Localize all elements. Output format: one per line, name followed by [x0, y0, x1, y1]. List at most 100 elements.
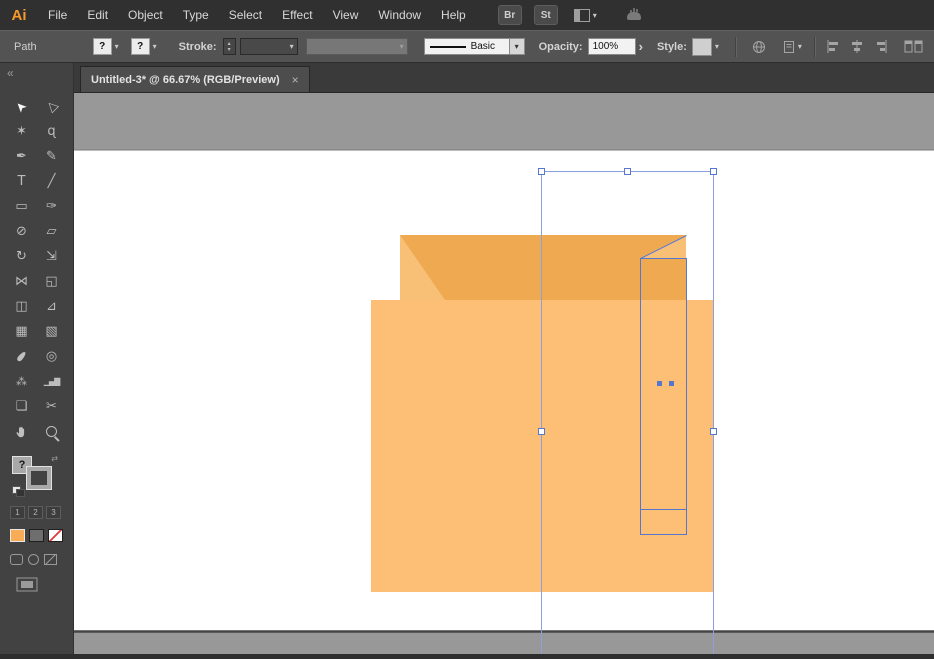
separator — [814, 37, 816, 57]
draw-inside-button[interactable]: 3 — [46, 506, 61, 519]
default-stroke-mini[interactable] — [16, 489, 25, 497]
handle-middle-right[interactable] — [711, 429, 717, 435]
shape-mode-icon[interactable] — [10, 554, 23, 565]
column-graph-tool[interactable]: ▁▄▇ — [38, 370, 66, 393]
handle-top-center[interactable] — [625, 169, 631, 175]
stepper-down-icon: ▾ — [228, 47, 231, 53]
selection-tool-icon: ➤ — [12, 97, 30, 115]
shape-builder-tool[interactable]: ◫ — [8, 295, 36, 318]
canvas-area[interactable] — [74, 93, 934, 654]
gradient-tool[interactable]: ▧ — [38, 320, 66, 343]
selection-tool[interactable]: ➤ — [8, 95, 36, 118]
bridge-button[interactable]: Br — [498, 5, 522, 25]
zoom-tool[interactable] — [38, 420, 66, 443]
align-center-button[interactable] — [850, 40, 864, 53]
opacity-flyout-icon[interactable]: › — [639, 39, 643, 54]
pen-tool[interactable]: ✒ — [8, 145, 36, 168]
stroke-color-dropdown[interactable]: ? ▾ — [131, 38, 157, 55]
ellipse-mode-icon[interactable] — [28, 554, 39, 565]
handle-top-left[interactable] — [539, 169, 545, 175]
brush-definition-dropdown[interactable]: Basic ▾ — [424, 38, 525, 55]
panel-collapse-button[interactable]: « — [0, 63, 73, 92]
slice-tool[interactable]: ✂ — [38, 395, 66, 418]
gradient-button[interactable] — [29, 529, 44, 542]
stroke-proxy[interactable] — [27, 467, 51, 489]
width-tool[interactable]: ⋈ — [8, 270, 36, 293]
envelope-body[interactable] — [371, 300, 714, 592]
shaper-tool[interactable]: ⊘ — [8, 220, 36, 243]
magic-wand-tool[interactable]: ✶ — [8, 120, 36, 143]
symbol-sprayer-tool[interactable]: ⁂ — [8, 370, 36, 393]
artboard-tool[interactable]: ❏ — [8, 395, 36, 418]
type-tool[interactable]: T — [8, 170, 36, 193]
menu-select[interactable]: Select — [219, 0, 272, 30]
align-left-button[interactable] — [826, 40, 840, 53]
pencil-tool[interactable]: ✎ — [38, 145, 66, 168]
handle-middle-left[interactable] — [539, 429, 545, 435]
rectangle-tool[interactable]: ▭ — [8, 195, 36, 218]
shaper-icon: ⊘ — [16, 224, 27, 239]
eyedropper-tool[interactable] — [8, 345, 36, 368]
menu-file[interactable]: File — [38, 0, 77, 30]
style-label: Style: — [657, 41, 687, 53]
chevron-down-icon[interactable]: ▾ — [510, 38, 525, 55]
opacity-field[interactable]: 100% — [588, 38, 636, 55]
menu-help[interactable]: Help — [431, 0, 476, 30]
envelope-flap[interactable] — [400, 235, 686, 300]
stroke-weight-dropdown[interactable]: ▾ — [240, 38, 298, 55]
fill-color-dropdown[interactable]: ? ▾ — [93, 38, 119, 55]
menu-window[interactable]: Window — [368, 0, 431, 30]
workspace-switcher[interactable]: ▾ — [574, 9, 597, 22]
hand-tool[interactable] — [8, 420, 36, 443]
screen-mode-button[interactable] — [16, 577, 73, 597]
mesh-tool[interactable]: ▦ — [8, 320, 36, 343]
chevron-down-icon: ▾ — [115, 42, 119, 51]
scale-tool[interactable]: ⇲ — [38, 245, 66, 268]
chevron-down-icon: ▾ — [290, 42, 294, 51]
menu-object[interactable]: Object — [118, 0, 173, 30]
pen-icon: ✒ — [16, 149, 27, 164]
align-right-button[interactable] — [874, 40, 888, 53]
symbol-sprayer-icon: ⁂ — [16, 375, 27, 388]
handle-top-right[interactable] — [711, 169, 717, 175]
canvas[interactable] — [74, 93, 934, 654]
paintbrush-tool[interactable]: ✑ — [38, 195, 66, 218]
menu-effect[interactable]: Effect — [272, 0, 322, 30]
transform-panel-button[interactable] — [904, 40, 924, 53]
chevron-down-icon: ▾ — [153, 42, 157, 51]
menu-view[interactable]: View — [323, 0, 369, 30]
eraser-tool[interactable]: ▱ — [38, 220, 66, 243]
lasso-tool[interactable]: ɋ — [38, 120, 66, 143]
perspective-grid-icon: ⊿ — [46, 299, 57, 314]
none-button[interactable] — [48, 529, 63, 542]
document-setup-button[interactable]: ▾ — [783, 40, 802, 54]
shape-builder-icon: ◫ — [15, 299, 27, 314]
opacity-label: Opacity: — [539, 41, 583, 53]
menu-type[interactable]: Type — [173, 0, 219, 30]
fill-stroke-proxies: ? ⇄ — [12, 456, 58, 494]
zoom-icon — [46, 426, 57, 437]
stock-button[interactable]: St — [534, 5, 558, 25]
close-tab-icon[interactable]: × — [292, 73, 299, 87]
draw-normal-button[interactable]: 1 — [10, 506, 25, 519]
draw-behind-button[interactable]: 2 — [28, 506, 43, 519]
blend-tool[interactable]: ◎ — [38, 345, 66, 368]
none-mode-icon[interactable] — [44, 554, 57, 565]
direct-selection-tool[interactable]: ▷ — [38, 95, 66, 118]
rectangle-icon: ▭ — [15, 199, 27, 214]
perspective-grid-tool[interactable]: ⊿ — [38, 295, 66, 318]
swap-fill-stroke-icon[interactable]: ⇄ — [51, 454, 58, 463]
mesh-icon: ▦ — [15, 324, 27, 339]
sync-settings-icon[interactable] — [623, 6, 645, 25]
separator — [735, 37, 737, 57]
line-segment-tool[interactable]: ╱ — [38, 170, 66, 193]
menu-edit[interactable]: Edit — [77, 0, 118, 30]
style-dropdown[interactable]: ▾ — [692, 38, 719, 56]
document-info-globe-button[interactable] — [751, 39, 767, 55]
document-tab[interactable]: Untitled-3* @ 66.67% (RGB/Preview) × — [80, 66, 310, 92]
color-button[interactable] — [10, 529, 25, 542]
free-transform-tool[interactable]: ◱ — [38, 270, 66, 293]
rotate-tool[interactable]: ↻ — [8, 245, 36, 268]
stroke-weight-stepper[interactable]: ▴ ▾ — [223, 38, 236, 55]
fill-color-swatch: ? — [93, 38, 112, 55]
